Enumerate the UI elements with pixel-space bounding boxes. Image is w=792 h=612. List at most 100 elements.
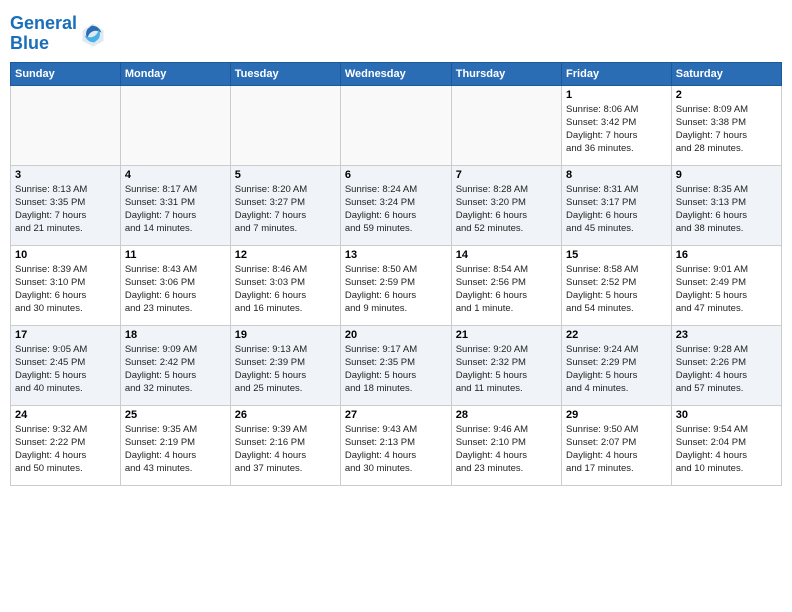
- day-info: Sunrise: 8:54 AM Sunset: 2:56 PM Dayligh…: [456, 263, 557, 316]
- day-info: Sunrise: 8:13 AM Sunset: 3:35 PM Dayligh…: [15, 183, 116, 236]
- day-number: 15: [566, 249, 667, 261]
- day-info: Sunrise: 9:01 AM Sunset: 2:49 PM Dayligh…: [676, 263, 777, 316]
- header: GeneralBlue: [10, 10, 782, 54]
- calendar-cell: 15 Sunrise: 8:58 AM Sunset: 2:52 PM Dayli…: [562, 245, 672, 325]
- day-info: Sunrise: 8:58 AM Sunset: 2:52 PM Dayligh…: [566, 263, 667, 316]
- calendar-cell: 27Sunrise: 9:43 AM Sunset: 2:13 PM Dayli…: [340, 405, 451, 485]
- calendar-cell: 19 Sunrise: 9:13 AM Sunset: 2:39 PM Dayli…: [230, 325, 340, 405]
- calendar-cell: 21 Sunrise: 9:20 AM Sunset: 2:32 PM Dayli…: [451, 325, 561, 405]
- day-info: Sunrise: 9:13 AM Sunset: 2:39 PM Dayligh…: [235, 343, 336, 396]
- calendar-cell: 18 Sunrise: 9:09 AM Sunset: 2:42 PM Dayli…: [120, 325, 230, 405]
- day-number: 7: [456, 169, 557, 181]
- day-number: 25: [125, 409, 226, 421]
- day-info: Sunrise: 8:31 AM Sunset: 3:17 PM Dayligh…: [566, 183, 667, 236]
- day-info: Sunrise: 9:35 AM Sunset: 2:19 PM Dayligh…: [125, 423, 226, 476]
- calendar-cell: 30Sunrise: 9:54 AM Sunset: 2:04 PM Dayli…: [671, 405, 781, 485]
- weekday-header: Thursday: [451, 62, 561, 85]
- day-info: Sunrise: 8:43 AM Sunset: 3:06 PM Dayligh…: [125, 263, 226, 316]
- day-number: 22: [566, 329, 667, 341]
- calendar-cell: 23 Sunrise: 9:28 AM Sunset: 2:26 PM Dayli…: [671, 325, 781, 405]
- day-number: 8: [566, 169, 667, 181]
- day-number: 13: [345, 249, 447, 261]
- day-info: Sunrise: 8:24 AM Sunset: 3:24 PM Dayligh…: [345, 183, 447, 236]
- calendar-week-row: 3 Sunrise: 8:13 AM Sunset: 3:35 PM Daylig…: [11, 165, 782, 245]
- day-number: 6: [345, 169, 447, 181]
- calendar-cell: 4 Sunrise: 8:17 AM Sunset: 3:31 PM Daylig…: [120, 165, 230, 245]
- day-number: 17: [15, 329, 116, 341]
- calendar-cell: 16 Sunrise: 9:01 AM Sunset: 2:49 PM Dayli…: [671, 245, 781, 325]
- weekday-header: Sunday: [11, 62, 121, 85]
- day-number: 14: [456, 249, 557, 261]
- calendar-table: SundayMondayTuesdayWednesdayThursdayFrid…: [10, 62, 782, 486]
- day-number: 11: [125, 249, 226, 261]
- calendar-cell: 29Sunrise: 9:50 AM Sunset: 2:07 PM Dayli…: [562, 405, 672, 485]
- day-number: 24: [15, 409, 116, 421]
- day-info: Sunrise: 9:50 AM Sunset: 2:07 PM Dayligh…: [566, 423, 667, 476]
- day-info: Sunrise: 8:39 AM Sunset: 3:10 PM Dayligh…: [15, 263, 116, 316]
- calendar-week-row: 1 Sunrise: 8:06 AM Sunset: 3:42 PM Daylig…: [11, 85, 782, 165]
- day-number: 3: [15, 169, 116, 181]
- day-number: 26: [235, 409, 336, 421]
- calendar-cell: 7 Sunrise: 8:28 AM Sunset: 3:20 PM Daylig…: [451, 165, 561, 245]
- calendar-cell: [451, 85, 561, 165]
- weekday-header: Tuesday: [230, 62, 340, 85]
- logo-icon: [79, 20, 107, 48]
- day-number: 1: [566, 89, 667, 101]
- calendar-cell: 10 Sunrise: 8:39 AM Sunset: 3:10 PM Dayli…: [11, 245, 121, 325]
- day-number: 19: [235, 329, 336, 341]
- calendar-cell: 26 Sunrise: 9:39 AM Sunset: 2:16 PM Dayli…: [230, 405, 340, 485]
- day-info: Sunrise: 9:28 AM Sunset: 2:26 PM Dayligh…: [676, 343, 777, 396]
- day-info: Sunrise: 9:46 AM Sunset: 2:10 PM Dayligh…: [456, 423, 557, 476]
- day-number: 27: [345, 409, 447, 421]
- day-number: 4: [125, 169, 226, 181]
- calendar-cell: 11 Sunrise: 8:43 AM Sunset: 3:06 PM Dayli…: [120, 245, 230, 325]
- day-info: Sunrise: 8:46 AM Sunset: 3:03 PM Dayligh…: [235, 263, 336, 316]
- day-info: Sunrise: 8:28 AM Sunset: 3:20 PM Dayligh…: [456, 183, 557, 236]
- calendar-cell: 6 Sunrise: 8:24 AM Sunset: 3:24 PM Daylig…: [340, 165, 451, 245]
- day-info: Sunrise: 9:05 AM Sunset: 2:45 PM Dayligh…: [15, 343, 116, 396]
- day-info: Sunrise: 8:06 AM Sunset: 3:42 PM Dayligh…: [566, 103, 667, 156]
- weekday-header: Saturday: [671, 62, 781, 85]
- day-info: Sunrise: 9:20 AM Sunset: 2:32 PM Dayligh…: [456, 343, 557, 396]
- day-number: 12: [235, 249, 336, 261]
- day-number: 5: [235, 169, 336, 181]
- calendar-cell: 17 Sunrise: 9:05 AM Sunset: 2:45 PM Dayli…: [11, 325, 121, 405]
- day-info: Sunrise: 8:17 AM Sunset: 3:31 PM Dayligh…: [125, 183, 226, 236]
- day-number: 21: [456, 329, 557, 341]
- day-info: Sunrise: 9:09 AM Sunset: 2:42 PM Dayligh…: [125, 343, 226, 396]
- calendar-cell: 25 Sunrise: 9:35 AM Sunset: 2:19 PM Dayli…: [120, 405, 230, 485]
- calendar-cell: 1 Sunrise: 8:06 AM Sunset: 3:42 PM Daylig…: [562, 85, 672, 165]
- calendar-header: SundayMondayTuesdayWednesdayThursdayFrid…: [11, 62, 782, 85]
- day-info: Sunrise: 8:35 AM Sunset: 3:13 PM Dayligh…: [676, 183, 777, 236]
- calendar-cell: [340, 85, 451, 165]
- day-info: Sunrise: 9:32 AM Sunset: 2:22 PM Dayligh…: [15, 423, 116, 476]
- calendar-cell: 20Sunrise: 9:17 AM Sunset: 2:35 PM Dayli…: [340, 325, 451, 405]
- day-number: 23: [676, 329, 777, 341]
- day-info: Sunrise: 8:50 AM Sunset: 2:59 PM Dayligh…: [345, 263, 447, 316]
- day-info: Sunrise: 9:24 AM Sunset: 2:29 PM Dayligh…: [566, 343, 667, 396]
- day-number: 10: [15, 249, 116, 261]
- logo: GeneralBlue: [10, 14, 107, 54]
- day-number: 16: [676, 249, 777, 261]
- day-number: 18: [125, 329, 226, 341]
- day-info: Sunrise: 9:39 AM Sunset: 2:16 PM Dayligh…: [235, 423, 336, 476]
- calendar-cell: 3 Sunrise: 8:13 AM Sunset: 3:35 PM Daylig…: [11, 165, 121, 245]
- day-number: 9: [676, 169, 777, 181]
- calendar-cell: [230, 85, 340, 165]
- calendar-cell: [120, 85, 230, 165]
- calendar-cell: [11, 85, 121, 165]
- day-info: Sunrise: 9:54 AM Sunset: 2:04 PM Dayligh…: [676, 423, 777, 476]
- calendar-cell: 28 Sunrise: 9:46 AM Sunset: 2:10 PM Dayli…: [451, 405, 561, 485]
- weekday-header: Wednesday: [340, 62, 451, 85]
- calendar-cell: 14 Sunrise: 8:54 AM Sunset: 2:56 PM Dayli…: [451, 245, 561, 325]
- calendar-week-row: 10 Sunrise: 8:39 AM Sunset: 3:10 PM Dayli…: [11, 245, 782, 325]
- calendar-cell: 24 Sunrise: 9:32 AM Sunset: 2:22 PM Dayli…: [11, 405, 121, 485]
- calendar-cell: 12 Sunrise: 8:46 AM Sunset: 3:03 PM Dayli…: [230, 245, 340, 325]
- calendar-cell: 22 Sunrise: 9:24 AM Sunset: 2:29 PM Dayli…: [562, 325, 672, 405]
- day-number: 2: [676, 89, 777, 101]
- calendar-week-row: 24 Sunrise: 9:32 AM Sunset: 2:22 PM Dayli…: [11, 405, 782, 485]
- calendar-cell: 2Sunrise: 8:09 AM Sunset: 3:38 PM Daylig…: [671, 85, 781, 165]
- calendar-cell: 9 Sunrise: 8:35 AM Sunset: 3:13 PM Daylig…: [671, 165, 781, 245]
- logo-text: GeneralBlue: [10, 14, 77, 54]
- day-number: 28: [456, 409, 557, 421]
